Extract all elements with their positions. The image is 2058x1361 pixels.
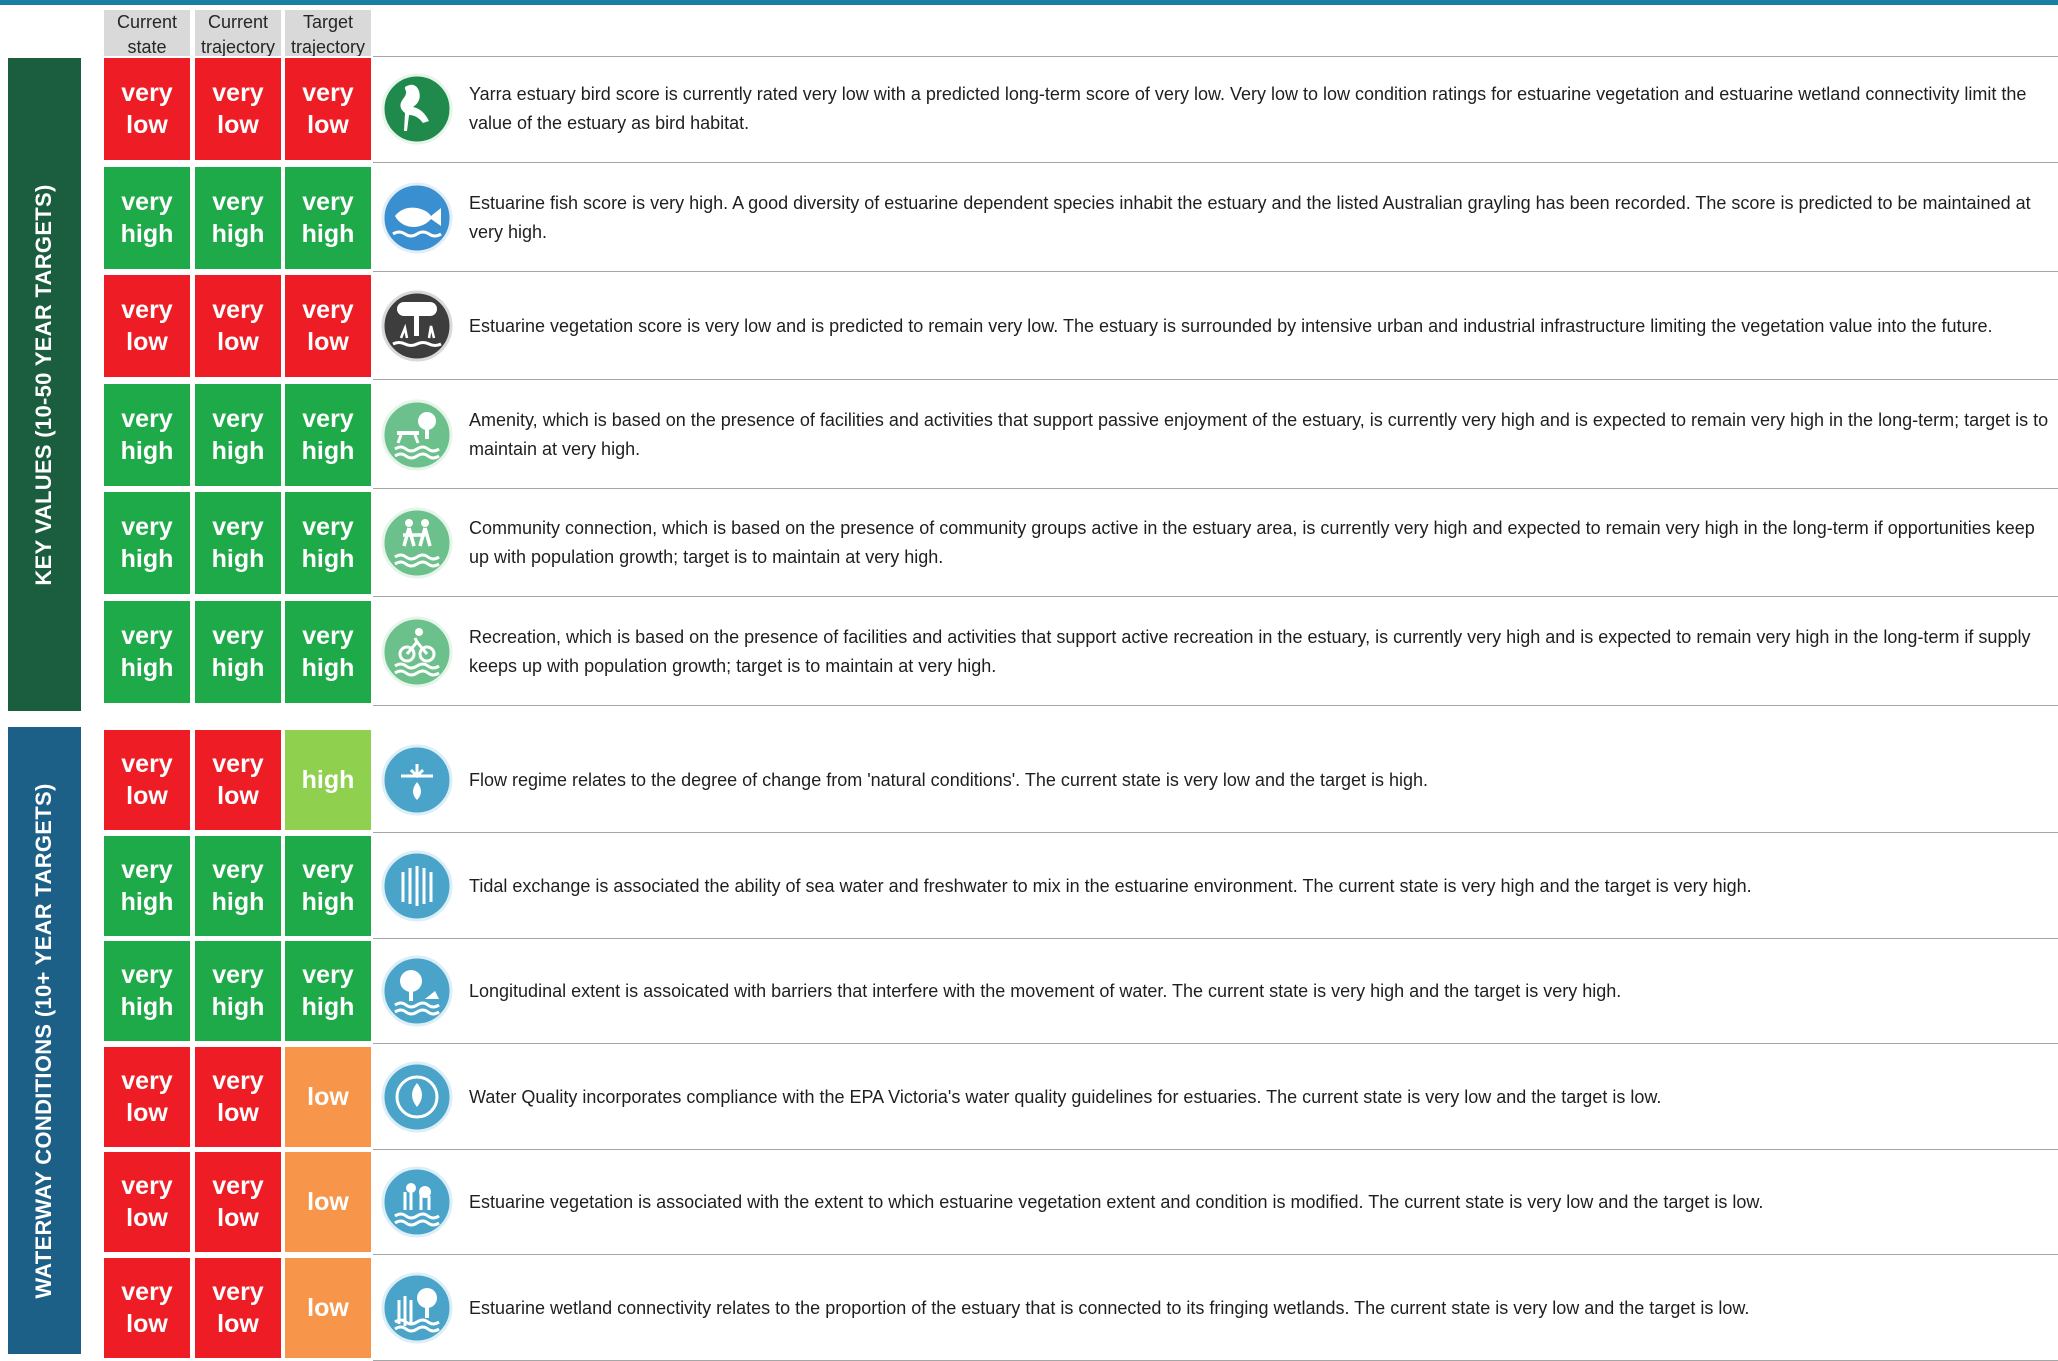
current-state-rating: very high: [104, 941, 190, 1041]
header-divider: [373, 56, 2058, 57]
cyclist-icon: [381, 616, 453, 688]
current-trajectory-rating: very high: [195, 601, 281, 703]
current-state-rating: very low: [104, 730, 190, 830]
target-trajectory-rating: very high: [285, 941, 371, 1041]
row-description: Recreation, which is based on the presen…: [469, 627, 2031, 676]
current-state-rating: very high: [104, 601, 190, 703]
current-trajectory-rating: very low: [195, 58, 281, 160]
current-state-rating: very high: [104, 384, 190, 486]
table-row: very low very low low Water Quality incorpo…: [0, 1047, 2058, 1147]
table-row: very low very low very low Yarra estuary bi…: [0, 58, 2058, 160]
table-row: very low very low high Flow regime relates …: [0, 730, 2058, 830]
current-state-rating: very high: [104, 836, 190, 936]
flow-regime-icon: [381, 744, 453, 816]
row-divider: [373, 1254, 2058, 1255]
row-description: Tidal exchange is associated the ability…: [469, 876, 1752, 896]
people-walking-icon: [381, 507, 453, 579]
current-state-rating: very high: [104, 167, 190, 269]
row-description: Estuarine vegetation is associated with …: [469, 1192, 1764, 1212]
row-divider: [373, 1149, 2058, 1150]
water-drop-icon: [381, 1061, 453, 1133]
current-trajectory-rating: very low: [195, 1152, 281, 1252]
longitudinal-extent-icon: [381, 955, 453, 1027]
table-row: very high very high very high Tidal exchang…: [0, 836, 2058, 936]
row-description: Longitudinal extent is assoicated with b…: [469, 981, 1622, 1001]
target-trajectory-rating: low: [285, 1258, 371, 1358]
row-description: Estuarine vegetation score is very low a…: [469, 316, 1993, 336]
target-trajectory-rating: very low: [285, 275, 371, 377]
target-trajectory-rating: very high: [285, 492, 371, 594]
current-state-rating: very high: [104, 492, 190, 594]
target-trajectory-rating: high: [285, 730, 371, 830]
target-trajectory-rating: low: [285, 1047, 371, 1147]
current-trajectory-rating: very low: [195, 1258, 281, 1358]
current-trajectory-rating: very low: [195, 730, 281, 830]
row-divider: [373, 938, 2058, 939]
current-trajectory-rating: very high: [195, 384, 281, 486]
row-divider: [373, 271, 2058, 272]
current-trajectory-rating: very high: [195, 492, 281, 594]
row-description: Estuarine fish score is very high. A goo…: [469, 193, 2031, 242]
row-divider: [373, 1043, 2058, 1044]
current-state-rating: very low: [104, 58, 190, 160]
row-description: Yarra estuary bird score is currently ra…: [469, 84, 2027, 133]
table-row: very high very high very high Amenity, whi…: [0, 384, 2058, 486]
current-state-rating: very low: [104, 275, 190, 377]
row-divider: [373, 379, 2058, 380]
target-trajectory-rating: very low: [285, 58, 371, 160]
table-row: very high very high very high Estuarine fis…: [0, 167, 2058, 269]
target-trajectory-rating: very high: [285, 167, 371, 269]
row-divider: [373, 832, 2058, 833]
row-divider: [373, 162, 2058, 163]
current-trajectory-rating: very low: [195, 275, 281, 377]
current-state-rating: very low: [104, 1258, 190, 1358]
target-trajectory-rating: very high: [285, 836, 371, 936]
table-row: very high very high very high Recreation, …: [0, 601, 2058, 703]
target-trajectory-rating: very high: [285, 601, 371, 703]
estuarine-vegetation-icon: [381, 1166, 453, 1238]
table-row: very high very high very high Community co…: [0, 492, 2058, 594]
target-trajectory-rating: very high: [285, 384, 371, 486]
top-accent-bar: [0, 0, 2058, 5]
current-trajectory-rating: very high: [195, 836, 281, 936]
row-divider: [373, 596, 2058, 597]
tidal-exchange-icon: [381, 850, 453, 922]
row-description: Estuarine wetland connectivity relates t…: [469, 1298, 1750, 1318]
current-state-rating: very low: [104, 1152, 190, 1252]
vegetation-tree-icon: [381, 290, 453, 362]
fish-icon: [381, 182, 453, 254]
current-trajectory-rating: very low: [195, 1047, 281, 1147]
target-trajectory-rating: low: [285, 1152, 371, 1252]
heron-bird-icon: [381, 73, 453, 145]
header-target-trajectory: Target trajectory: [285, 10, 371, 56]
current-state-rating: very low: [104, 1047, 190, 1147]
current-trajectory-rating: very high: [195, 167, 281, 269]
row-description: Flow regime relates to the degree of cha…: [469, 770, 1429, 790]
row-description: Water Quality incorporates compliance wi…: [469, 1087, 1662, 1107]
row-divider: [373, 488, 2058, 489]
current-trajectory-rating: very high: [195, 941, 281, 1041]
table-row: very high very high very high Longitudinal…: [0, 941, 2058, 1041]
header-current-state: Current state: [104, 10, 190, 56]
row-description: Community connection, which is based on …: [469, 518, 2035, 567]
row-divider: [373, 705, 2058, 706]
wetland-connectivity-icon: [381, 1272, 453, 1344]
row-description: Amenity, which is based on the presence …: [469, 410, 2049, 459]
table-row: very low very low low Estuarine wetland co…: [0, 1258, 2058, 1358]
picnic-amenity-icon: [381, 399, 453, 471]
header-current-trajectory: Current trajectory: [195, 10, 281, 56]
table-row: very low very low very low Estuarine vegeta…: [0, 275, 2058, 377]
table-row: very low very low low Estuarine vegetation…: [0, 1152, 2058, 1252]
